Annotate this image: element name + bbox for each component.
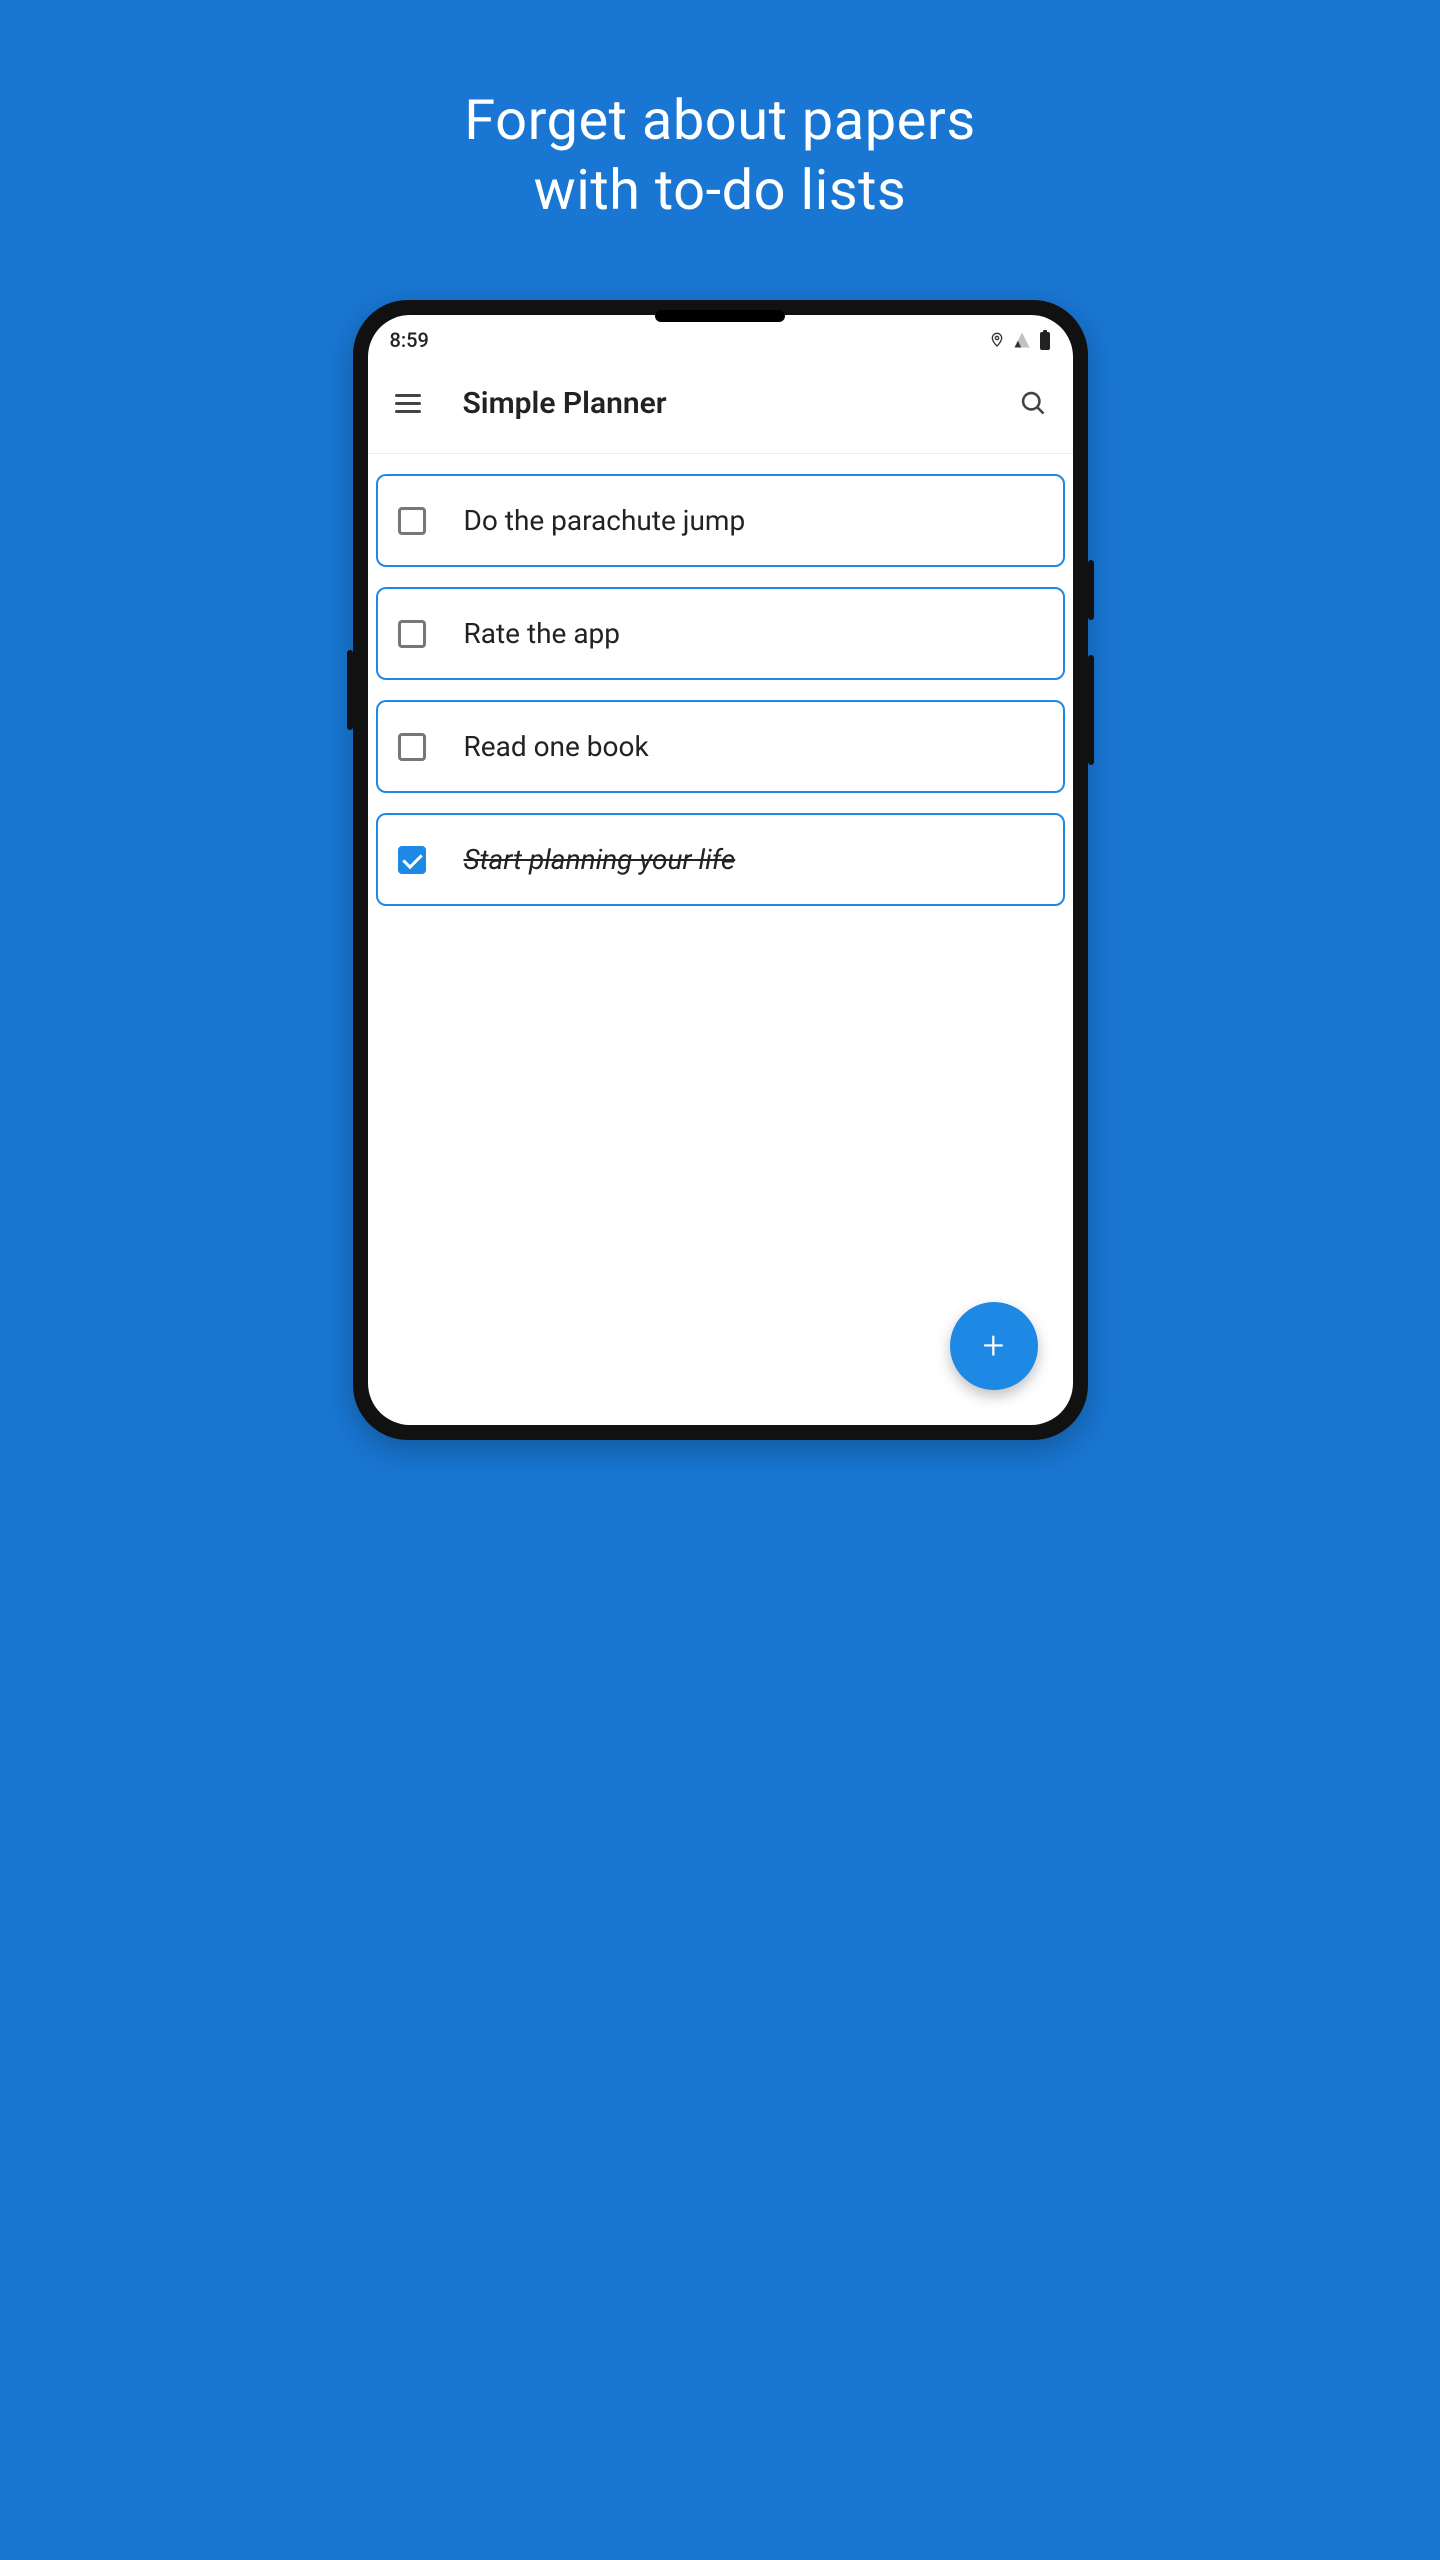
task-list: Do the parachute jump Rate the app Read on… — [368, 454, 1073, 936]
location-icon — [989, 330, 1005, 350]
task-card[interactable]: Read one book — [376, 700, 1065, 793]
task-card[interactable]: Start planning your life — [376, 813, 1065, 906]
battery-icon — [1039, 330, 1051, 350]
phone-side-button — [1088, 560, 1094, 620]
status-icons — [989, 330, 1051, 350]
task-label: Rate the app — [464, 617, 621, 650]
menu-button[interactable] — [383, 378, 433, 428]
hero-line-2: with to-do lists — [534, 157, 907, 223]
search-button[interactable] — [1008, 378, 1058, 428]
hero-title: Forget about papers with to-do lists — [464, 85, 975, 225]
task-card[interactable]: Do the parachute jump — [376, 474, 1065, 567]
app-bar: Simple Planner — [368, 353, 1073, 454]
phone-frame: 8:59 Simple Planner — [353, 300, 1088, 1440]
task-checkbox[interactable] — [398, 507, 426, 535]
task-checkbox[interactable] — [398, 733, 426, 761]
task-label: Read one book — [464, 730, 649, 763]
phone-notch — [655, 310, 785, 322]
phone-side-button — [1088, 655, 1094, 765]
task-checkbox[interactable] — [398, 620, 426, 648]
app-title: Simple Planner — [463, 386, 1008, 421]
task-label: Start planning your life — [464, 843, 736, 876]
status-time: 8:59 — [390, 328, 429, 352]
signal-icon — [1013, 331, 1031, 349]
hamburger-icon — [395, 402, 421, 405]
search-icon — [1019, 389, 1047, 417]
phone-screen: 8:59 Simple Planner — [368, 315, 1073, 1425]
plus-icon: + — [983, 1327, 1004, 1365]
phone-side-button — [347, 650, 353, 730]
task-label: Do the parachute jump — [464, 504, 746, 537]
task-checkbox[interactable] — [398, 846, 426, 874]
add-task-button[interactable]: + — [950, 1302, 1038, 1390]
hero-line-1: Forget about papers — [464, 87, 975, 153]
task-card[interactable]: Rate the app — [376, 587, 1065, 680]
